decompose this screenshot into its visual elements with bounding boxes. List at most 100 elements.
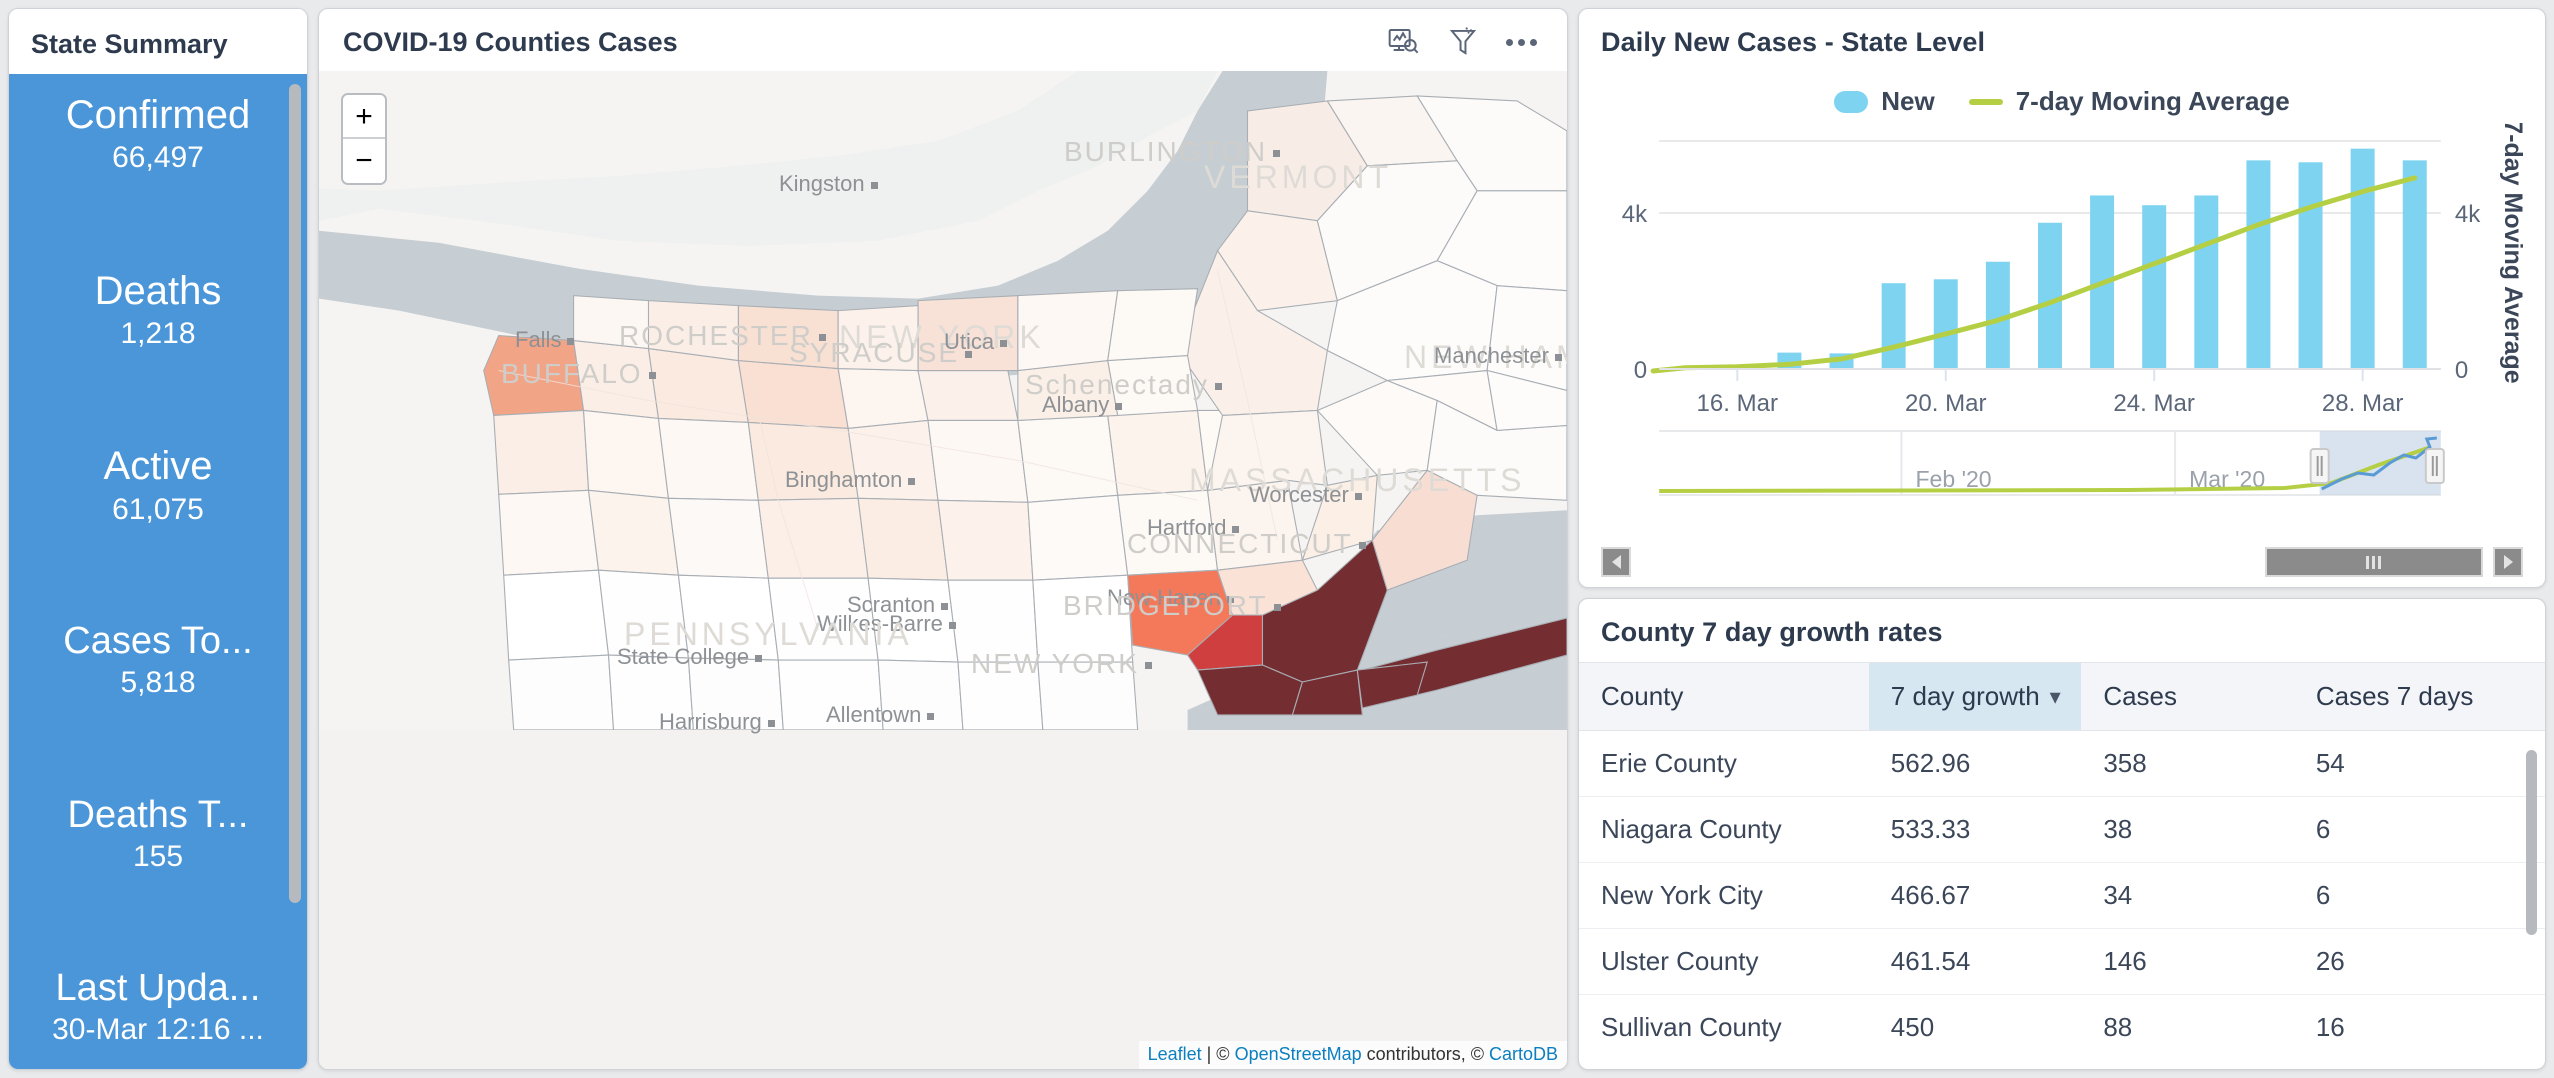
svg-text:24. Mar: 24. Mar	[2113, 390, 2195, 417]
svg-text:20. Mar: 20. Mar	[1905, 390, 1987, 417]
cell-county: Niagara County	[1579, 796, 1869, 863]
column-header-cases[interactable]: Cases	[2081, 662, 2294, 731]
chart-navigator[interactable]: Feb '20 Mar '20	[1601, 423, 2523, 533]
arrow-left-icon	[1611, 555, 1621, 569]
state-summary-scrollbar[interactable]	[289, 84, 301, 1059]
map-title: COVID-19 Counties Cases	[343, 26, 678, 57]
attr-contributors: contributors, ©	[1361, 1044, 1489, 1064]
table-row[interactable]: New York City 466.67 34 6	[1579, 862, 2545, 929]
cell-growth: 466.67	[1868, 862, 2082, 929]
cell-cases: 146	[2081, 928, 2294, 995]
scrollbar-thumb[interactable]	[2526, 750, 2537, 936]
table-header: County 7 day growth ▾ Cases Cases 7 days	[1579, 662, 2545, 731]
table-row[interactable]: Sullivan County 450 88 16	[1579, 995, 2545, 1061]
leaflet-link[interactable]: Leaflet	[1148, 1044, 1202, 1064]
legend-label: 7-day Moving Average	[2015, 86, 2290, 116]
chart-body: 0 0 4k 4k 16. Mar 20. Mar 24. Mar 28. Mar 7-day …	[1579, 117, 2545, 553]
svg-text:4k: 4k	[1622, 201, 1648, 228]
svg-text:0: 0	[2455, 357, 2468, 384]
cell-county: New York City	[1579, 862, 1869, 929]
svg-text:7-day Moving Average: 7-day Moving Average	[2499, 123, 2523, 384]
cell-growth: 533.33	[1868, 796, 2082, 863]
kpi-label: Confirmed	[65, 94, 251, 137]
cell-cases: 88	[2103, 1012, 2133, 1042]
column-header-cases-7-days[interactable]: Cases 7 days	[2293, 662, 2545, 731]
svg-text:4k: 4k	[2455, 201, 2481, 228]
table-wrapper: County 7 day growth ▾ Cases Cases 7 days…	[1579, 662, 2545, 1069]
cell-cases7: 54	[2293, 730, 2545, 797]
column-label: Cases 7 days	[2315, 681, 2474, 711]
attr-sep: | ©	[1201, 1044, 1235, 1064]
table-row[interactable]: Erie County 562.96 358 54	[1579, 730, 2545, 797]
column-header-7-day-growth[interactable]: 7 day growth ▾	[1868, 662, 2082, 731]
more-options-icon[interactable]	[1506, 38, 1537, 46]
chart-legend: New 7-day Moving Average	[1579, 86, 2545, 117]
kpi-value: 66,497	[112, 141, 204, 175]
cell-cases: 34	[2081, 862, 2294, 929]
kpi-confirmed: Confirmed 66,497	[9, 92, 307, 181]
state-summary-kpi-list: Confirmed 66,497 Deaths 1,218 Active 61,…	[9, 74, 307, 1069]
filter-icon[interactable]	[1446, 25, 1480, 59]
kpi-value: 5,818	[120, 666, 196, 700]
navigator-scroll-thumb[interactable]	[2264, 547, 2483, 577]
legend-swatch-bar-icon	[1834, 90, 1869, 113]
bar-chart[interactable]: 0 0 4k 4k 16. Mar 20. Mar 24. Mar 28. Mar 7-day …	[1601, 123, 2523, 423]
cell-county: Ulster County	[1579, 928, 1869, 995]
kpi-value: 30-Mar 12:16 ...	[52, 1013, 264, 1047]
table-row[interactable]: Ulster County 461.54 146 26	[1579, 928, 2545, 995]
legend-label: New	[1881, 86, 1935, 116]
county-growth-table: County 7 day growth ▾ Cases Cases 7 days…	[1579, 662, 2545, 1060]
navigator-scroll-right-button[interactable]	[2493, 547, 2523, 577]
state-summary-panel: State Summary Confirmed 66,497 Deaths 1,…	[8, 8, 308, 1070]
zoom-in-button[interactable]: +	[343, 95, 385, 139]
table-title: County 7 day growth rates	[1601, 617, 1943, 647]
svg-text:0: 0	[1634, 357, 1647, 384]
cell-growth: 562.96	[1868, 730, 2082, 797]
column-label: 7 day growth	[1890, 681, 2040, 711]
kpi-active: Active 61,075	[9, 443, 307, 532]
right-column: Daily New Cases - State Level New 7-day …	[1578, 8, 2546, 1070]
table-header-row: County 7 day growth ▾ Cases Cases 7 days	[1579, 662, 2545, 731]
map-viewport[interactable]: + − Kingston BURLINGTON VERMONT ROCHESTER Fa…	[319, 71, 1567, 1069]
zoom-out-button[interactable]: −	[343, 139, 385, 183]
map-attribution: Leaflet | © OpenStreetMap contributors, …	[1138, 1041, 1567, 1069]
cell-county: Sullivan County	[1601, 1012, 1782, 1042]
state-summary-title: State Summary	[9, 9, 307, 74]
cell-cases: 358	[2081, 730, 2294, 797]
dashboard-root: State Summary Confirmed 66,497 Deaths 1,…	[0, 0, 2554, 1078]
kpi-deaths: Deaths 1,218	[9, 268, 307, 357]
kpi-value: 1,218	[120, 317, 196, 351]
kpi-deaths-today: Deaths T... 155	[9, 793, 307, 880]
map-zoom-controls[interactable]: + −	[341, 93, 387, 185]
table-body: Erie County 562.96 358 54 Niagara County 533.…	[1579, 730, 2545, 1061]
scrollbar-thumb[interactable]	[289, 84, 301, 903]
column-label: County	[1601, 681, 1684, 711]
navigator-scrollbar[interactable]	[1601, 547, 2523, 577]
map-choropleth	[319, 71, 1567, 730]
column-header-county[interactable]: County	[1579, 662, 1869, 731]
kpi-label: Last Upda...	[55, 968, 261, 1009]
table-row[interactable]: Niagara County 533.33 38 6	[1579, 796, 2545, 863]
table-scrollbar[interactable]	[2526, 750, 2537, 1049]
cartodb-link[interactable]: CartoDB	[1489, 1044, 1558, 1064]
legend-item-new[interactable]: New	[1834, 86, 1935, 117]
cell-county: Erie County	[1579, 730, 1869, 797]
kpi-label: Deaths T...	[67, 794, 249, 835]
cell-growth: 461.54	[1868, 928, 2082, 995]
cell-cases7: 6	[2293, 796, 2545, 863]
cell-growth: 450	[1890, 1012, 1935, 1042]
kpi-label: Deaths	[94, 269, 222, 313]
chart-title: Daily New Cases - State Level	[1601, 27, 1986, 57]
svg-text:Feb '20: Feb '20	[1915, 466, 1991, 492]
analyze-icon[interactable]	[1386, 25, 1420, 59]
kpi-label: Active	[103, 445, 213, 488]
navigator-scroll-left-button[interactable]	[1601, 547, 1631, 577]
legend-item-moving-average[interactable]: 7-day Moving Average	[1968, 86, 2290, 117]
arrow-right-icon	[2503, 555, 2513, 569]
chevron-down-icon[interactable]: ▾	[2050, 684, 2061, 710]
openstreetmap-link[interactable]: OpenStreetMap	[1235, 1044, 1362, 1064]
map-panel: COVID-19 Counties Cases + − Kingston BUR…	[318, 8, 1568, 1070]
daily-new-cases-panel: Daily New Cases - State Level New 7-day …	[1578, 8, 2546, 588]
column-label: Cases	[2103, 681, 2178, 711]
map-toolbar	[1386, 25, 1543, 59]
